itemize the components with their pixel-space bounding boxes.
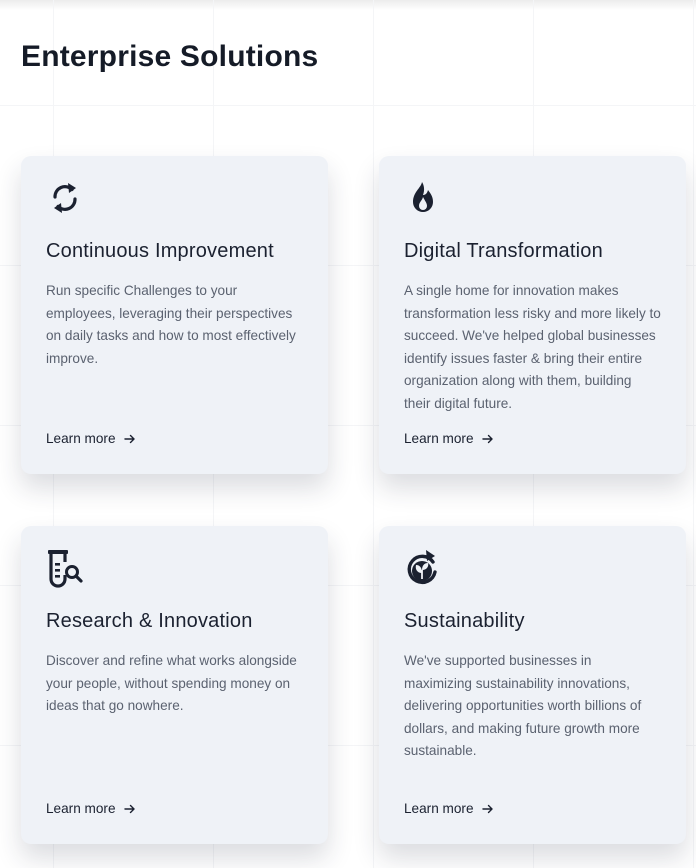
refresh-arrows-icon	[46, 178, 84, 218]
flame-icon	[404, 178, 442, 218]
card-research-innovation: Research & Innovation Discover and refin…	[21, 526, 328, 844]
card-digital-transformation: Digital Transformation A single home for…	[379, 156, 686, 474]
learn-more-label: Learn more	[46, 431, 116, 446]
learn-more-label: Learn more	[404, 801, 474, 816]
card-description: Run specific Challenges to your employee…	[46, 283, 296, 366]
arrow-right-icon	[481, 804, 494, 814]
card-title: Continuous Improvement	[46, 240, 274, 262]
card-sustainability: Sustainability We've supported businesse…	[379, 526, 686, 844]
card-description: Discover and refine what works alongside…	[46, 653, 297, 713]
card-title: Research & Innovation	[46, 610, 253, 632]
card-continuous-improvement: Continuous Improvement Run specific Chal…	[21, 156, 328, 474]
learn-more-link[interactable]: Learn more	[404, 801, 494, 816]
arrow-right-icon	[123, 804, 136, 814]
learn-more-link[interactable]: Learn more	[46, 801, 136, 816]
card-title: Sustainability	[404, 610, 525, 632]
learn-more-link[interactable]: Learn more	[404, 431, 494, 446]
learn-more-label: Learn more	[46, 801, 116, 816]
page-title: Enterprise Solutions	[21, 40, 319, 73]
learn-more-label: Learn more	[404, 431, 474, 446]
card-description: We've supported businesses in maximizing…	[404, 653, 642, 758]
learn-more-link[interactable]: Learn more	[46, 431, 136, 446]
card-description: A single home for innovation makes trans…	[404, 283, 661, 411]
test-tube-search-icon	[46, 548, 84, 588]
recycle-leaf-icon	[404, 548, 442, 588]
card-title: Digital Transformation	[404, 240, 603, 262]
arrow-right-icon	[123, 434, 136, 444]
arrow-right-icon	[481, 434, 494, 444]
